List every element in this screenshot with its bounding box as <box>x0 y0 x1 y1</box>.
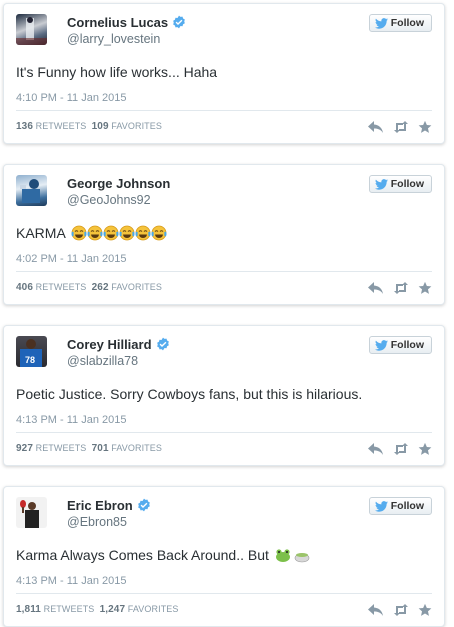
tweet-timestamp[interactable]: 4:02 PM - 11 Jan 2015 <box>16 253 126 265</box>
user-handle[interactable]: @GeoJohns92 <box>67 193 151 207</box>
reply-icon[interactable] <box>368 603 384 617</box>
follow-button[interactable]: Follow <box>368 497 432 515</box>
divider <box>16 271 432 272</box>
tweet-stats: 927 RETWEETS 701 FAVORITES <box>16 443 162 454</box>
reply-icon[interactable] <box>368 281 384 295</box>
avatar[interactable] <box>16 175 47 206</box>
twitter-bird-icon <box>375 18 388 29</box>
tweet-text: KARMA <box>16 225 169 241</box>
avatar[interactable] <box>16 14 47 45</box>
tweet-timestamp[interactable]: 4:10 PM - 11 Jan 2015 <box>16 92 126 104</box>
retweet-count[interactable]: 1,811 <box>16 604 41 615</box>
laughing-tears-emoji-icon <box>71 225 167 241</box>
retweet-count[interactable]: 406 <box>16 282 33 293</box>
favorites-label: FAVORITES <box>111 282 162 292</box>
retweet-icon[interactable] <box>392 281 410 295</box>
retweets-label: RETWEETS <box>43 604 95 614</box>
favorite-count[interactable]: 262 <box>92 282 109 293</box>
display-name[interactable]: Corey Hilliard <box>67 337 170 352</box>
display-name[interactable]: George Johnson <box>67 176 170 191</box>
reply-icon[interactable] <box>368 120 384 134</box>
retweet-count[interactable]: 927 <box>16 443 33 454</box>
twitter-bird-icon <box>375 501 388 512</box>
retweets-label: RETWEETS <box>35 282 87 292</box>
display-name[interactable]: Eric Ebron <box>67 498 151 513</box>
retweet-count[interactable]: 136 <box>16 121 33 132</box>
favorite-count[interactable]: 109 <box>92 121 109 132</box>
tweet-actions <box>368 281 432 295</box>
tweet-text: Karma Always Comes Back Around.. But <box>16 547 311 563</box>
retweets-label: RETWEETS <box>35 443 87 453</box>
avatar[interactable] <box>16 497 47 528</box>
star-icon[interactable] <box>418 603 432 617</box>
user-handle[interactable]: @Ebron85 <box>67 515 127 529</box>
favorite-count[interactable]: 701 <box>92 443 109 454</box>
favorites-label: FAVORITES <box>127 604 179 614</box>
avatar-image <box>20 179 40 203</box>
tweet-stats: 1,811 RETWEETS 1,247 FAVORITES <box>16 604 179 615</box>
tweet-text: It's Funny how life works... Haha <box>16 64 218 80</box>
user-handle[interactable]: @slabzilla78 <box>67 354 138 368</box>
retweet-icon[interactable] <box>392 120 410 134</box>
avatar[interactable]: 78 <box>16 336 47 367</box>
star-icon[interactable] <box>418 120 432 134</box>
star-icon[interactable] <box>418 442 432 456</box>
retweets-label: RETWEETS <box>35 121 87 131</box>
divider <box>16 432 432 433</box>
tweet-text: Poetic Justice. Sorry Cowboys fans, but … <box>16 386 363 402</box>
tweet-card: George Johnson @GeoJohns92 Follow KARMA … <box>3 164 445 305</box>
tweet-actions <box>368 120 432 134</box>
reply-icon[interactable] <box>368 442 384 456</box>
tweet-timestamp[interactable]: 4:13 PM - 11 Jan 2015 <box>16 575 126 587</box>
favorites-label: FAVORITES <box>111 443 162 453</box>
tweet-stats: 136 RETWEETS 109 FAVORITES <box>16 121 162 132</box>
retweet-icon[interactable] <box>392 603 410 617</box>
follow-button[interactable]: Follow <box>368 14 432 32</box>
favorite-count[interactable]: 1,247 <box>100 604 126 615</box>
tweet-actions <box>368 442 432 456</box>
tweet-card: Eric Ebron @Ebron85 Follow Karma Always … <box>3 486 445 627</box>
tweet-actions <box>368 603 432 617</box>
twitter-bird-icon <box>375 179 388 190</box>
verified-badge-icon <box>137 498 151 512</box>
display-name[interactable]: Cornelius Lucas <box>67 15 186 30</box>
frog-and-tea-emoji-icon <box>275 549 310 563</box>
verified-badge-icon <box>172 15 186 29</box>
avatar-image: 78 <box>20 339 42 367</box>
favorites-label: FAVORITES <box>111 121 162 131</box>
star-icon[interactable] <box>418 281 432 295</box>
follow-button[interactable]: Follow <box>368 336 432 354</box>
svg-text:78: 78 <box>25 355 35 365</box>
retweet-icon[interactable] <box>392 442 410 456</box>
follow-button[interactable]: Follow <box>368 175 432 193</box>
user-handle[interactable]: @larry_lovestein <box>67 32 160 46</box>
twitter-bird-icon <box>375 340 388 351</box>
tweet-timestamp[interactable]: 4:13 PM - 11 Jan 2015 <box>16 414 126 426</box>
divider <box>16 110 432 111</box>
avatar-image <box>20 500 39 528</box>
tweet-stats: 406 RETWEETS 262 FAVORITES <box>16 282 162 293</box>
divider <box>16 593 432 594</box>
tweet-card: 78 Corey Hilliard @slabzilla78 Follow Po… <box>3 325 445 466</box>
avatar-image <box>16 17 47 45</box>
verified-badge-icon <box>156 337 170 351</box>
tweet-card: Cornelius Lucas @larry_lovestein Follow … <box>3 3 445 144</box>
